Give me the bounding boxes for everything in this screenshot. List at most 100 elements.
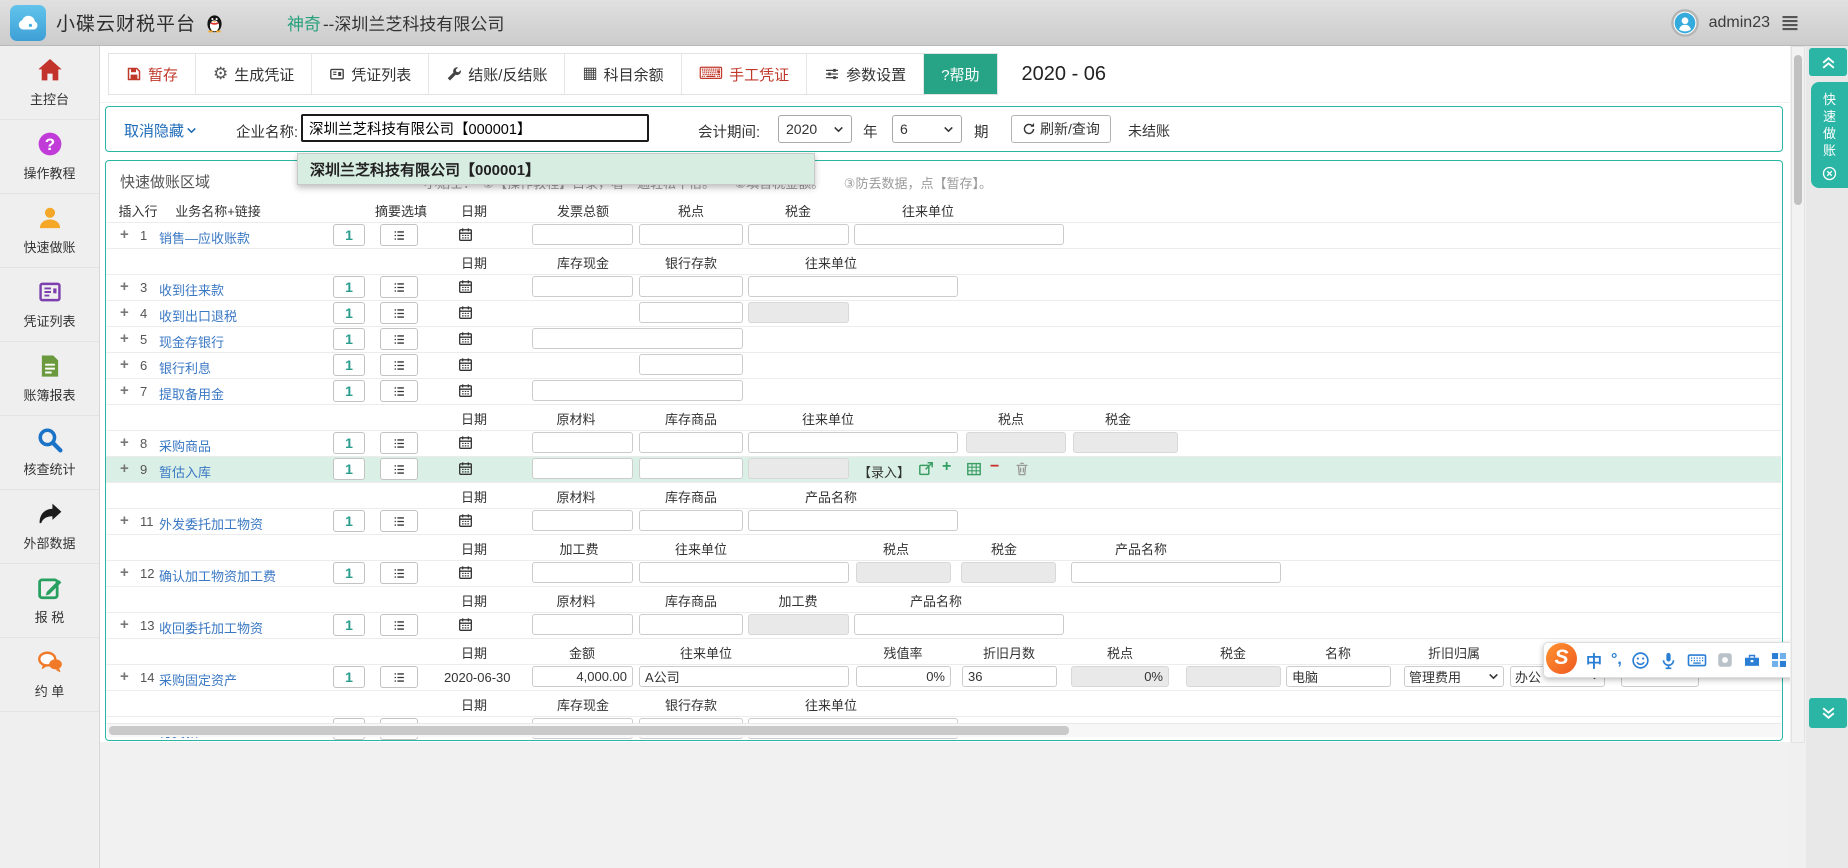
insert-row-button[interactable]: + — [120, 564, 129, 581]
insert-row-button[interactable]: + — [120, 512, 129, 529]
business-link[interactable]: 收回委托加工物资 — [159, 618, 263, 637]
table-grid-icon[interactable] — [966, 461, 982, 477]
year-select[interactable]: 2020 — [778, 115, 852, 143]
field-input[interactable] — [532, 562, 633, 583]
field-select[interactable]: 管理费用 — [1404, 666, 1504, 687]
entry-count-box[interactable]: 1 — [333, 354, 365, 376]
field-input[interactable] — [639, 276, 743, 297]
business-link[interactable]: 暂估入库 — [159, 462, 211, 481]
refresh-query-button[interactable]: 刷新/查询 — [1011, 115, 1111, 143]
qq-penguin-icon[interactable] — [204, 12, 225, 33]
sidebar-item-ledger-report[interactable]: 账簿报表 — [0, 342, 99, 416]
field-input[interactable] — [639, 458, 743, 479]
sidebar-item-tutorial[interactable]: ?操作教程 — [0, 120, 99, 194]
field-input[interactable] — [639, 224, 743, 245]
calendar-icon[interactable] — [458, 461, 473, 476]
minus-icon[interactable]: − — [990, 458, 999, 476]
field-input[interactable] — [1286, 666, 1391, 687]
calendar-icon[interactable] — [458, 227, 473, 242]
entry-count-box[interactable]: 1 — [333, 380, 365, 402]
expand-top-button[interactable] — [1809, 48, 1847, 76]
toolbar-button-2[interactable]: ⚙生成凭证 — [196, 54, 312, 94]
toolbox-icon[interactable] — [1743, 651, 1761, 669]
insert-row-button[interactable]: + — [120, 616, 129, 633]
insert-row-button[interactable]: + — [120, 434, 129, 451]
field-input[interactable] — [748, 276, 958, 297]
hamburger-menu-icon[interactable] — [1780, 13, 1800, 33]
field-input[interactable] — [748, 224, 849, 245]
field-input[interactable] — [532, 380, 743, 401]
field-input[interactable] — [532, 614, 633, 635]
sidebar-item-order[interactable]: 约 单 — [0, 638, 99, 712]
field-input[interactable] — [639, 302, 743, 323]
calendar-icon[interactable] — [458, 565, 473, 580]
toolbar-button-7[interactable]: 参数设置 — [807, 54, 924, 94]
business-link[interactable]: 采购商品 — [159, 436, 211, 455]
summary-button[interactable] — [380, 354, 418, 376]
entry-count-box[interactable]: 1 — [333, 328, 365, 350]
business-link[interactable]: 采购固定资产 — [159, 670, 237, 689]
field-input[interactable] — [854, 614, 1064, 635]
business-link[interactable]: 销售—应收账款 — [159, 228, 250, 247]
insert-row-button[interactable]: + — [120, 460, 129, 477]
date-text[interactable]: 2020-06-30 — [444, 670, 511, 685]
summary-button[interactable] — [380, 302, 418, 324]
field-input[interactable] — [856, 666, 951, 687]
vertical-scrollbar[interactable] — [1791, 46, 1805, 743]
field-input[interactable] — [748, 432, 958, 453]
entry-count-box[interactable]: 1 — [333, 224, 365, 246]
toolbar-button-3[interactable]: 凭证列表 — [312, 54, 429, 94]
sidebar-item-audit-stats[interactable]: 核查统计 — [0, 416, 99, 490]
microphone-icon[interactable] — [1659, 651, 1678, 670]
field-input[interactable] — [1071, 562, 1281, 583]
field-input[interactable] — [639, 510, 743, 531]
summary-button[interactable] — [380, 510, 418, 532]
sidebar-item-external-data[interactable]: 外部数据 — [0, 490, 99, 564]
calendar-icon[interactable] — [458, 435, 473, 450]
company-name-input[interactable] — [301, 114, 649, 142]
field-input[interactable] — [532, 666, 633, 687]
field-input[interactable] — [962, 666, 1057, 687]
calendar-icon[interactable] — [458, 617, 473, 632]
summary-button[interactable] — [380, 458, 418, 480]
month-select[interactable]: 6 — [892, 115, 962, 143]
field-input[interactable] — [639, 666, 849, 687]
business-link[interactable]: 外发委托加工物资 — [159, 514, 263, 533]
entry-count-box[interactable]: 1 — [333, 666, 365, 688]
entry-count-box[interactable]: 1 — [333, 510, 365, 532]
plus-icon[interactable]: + — [942, 458, 951, 476]
insert-row-button[interactable]: + — [120, 668, 129, 685]
entry-count-box[interactable]: 1 — [333, 562, 365, 584]
quick-account-side-tab[interactable]: 快速做账 — [1811, 82, 1848, 188]
grid-blue-icon[interactable] — [1770, 651, 1788, 669]
vertical-scrollbar-thumb[interactable] — [1794, 55, 1802, 205]
field-input[interactable] — [639, 614, 743, 635]
entry-count-box[interactable]: 1 — [333, 432, 365, 454]
keyboard-blue-icon[interactable] — [1687, 650, 1707, 670]
sidebar-item-quick-account[interactable]: 快速做账 — [0, 194, 99, 268]
calendar-icon[interactable] — [458, 331, 473, 346]
punctuation-icon[interactable]: °, — [1611, 651, 1622, 669]
avatar[interactable] — [1671, 9, 1699, 37]
entry-link[interactable]: 【录入】 — [858, 462, 910, 481]
toolbar-button-1[interactable]: 暂存 — [109, 54, 196, 94]
calendar-icon[interactable] — [458, 279, 473, 294]
field-input[interactable] — [532, 276, 633, 297]
summary-button[interactable] — [380, 666, 418, 688]
calendar-icon[interactable] — [458, 305, 473, 320]
toolbar-button-5[interactable]: ▦科目余额 — [565, 54, 681, 94]
toolbar-button-6[interactable]: ⌨手工凭证 — [682, 54, 808, 94]
insert-row-button[interactable]: + — [120, 382, 129, 399]
business-link[interactable]: 确认加工物资加工费 — [159, 566, 276, 585]
entry-count-box[interactable]: 1 — [333, 276, 365, 298]
smiley-icon[interactable] — [1631, 651, 1650, 670]
sidebar-item-console[interactable]: 主控台 — [0, 46, 99, 120]
calendar-icon[interactable] — [458, 357, 473, 372]
insert-row-button[interactable]: + — [120, 356, 129, 373]
horizontal-scrollbar-thumb[interactable] — [109, 726, 1069, 735]
sidebar-item-tax-report[interactable]: 报 税 — [0, 564, 99, 638]
sogou-logo-icon[interactable]: S — [1546, 643, 1577, 674]
business-link[interactable]: 收到出口退税 — [159, 306, 237, 325]
insert-row-button[interactable]: + — [120, 304, 129, 321]
entry-count-box[interactable]: 1 — [333, 302, 365, 324]
